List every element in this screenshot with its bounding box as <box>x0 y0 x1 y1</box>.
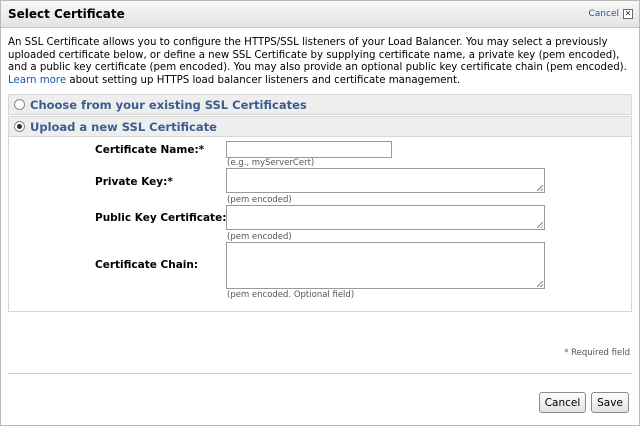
cert-name-label: Certificate Name:* <box>95 144 205 156</box>
save-button[interactable]: Save <box>591 392 629 413</box>
upload-form: Certificate Name:* (e.g., myServerCert) … <box>8 137 632 312</box>
option-upload-certificate[interactable]: Upload a new SSL Certificate <box>8 116 632 137</box>
learn-more-link[interactable]: Learn more <box>8 75 66 86</box>
close-icon[interactable]: ✕ <box>623 9 633 19</box>
upload-radio[interactable] <box>14 121 25 132</box>
dialog-title: Select Certificate <box>8 7 125 21</box>
chain-textarea[interactable] <box>226 242 545 289</box>
required-field-note: * Required field <box>564 348 630 358</box>
select-certificate-dialog: Select Certificate Cancel ✕ An SSL Certi… <box>0 0 640 426</box>
chain-hint: (pem encoded. Optional field) <box>227 290 355 300</box>
existing-radio[interactable] <box>14 99 25 110</box>
cert-name-input[interactable] <box>226 141 392 158</box>
cert-name-hint: (e.g., myServerCert) <box>227 158 315 168</box>
existing-option-label[interactable]: Choose from your existing SSL Certificat… <box>30 98 307 112</box>
private-key-hint: (pem encoded) <box>227 195 292 205</box>
intro-text: An SSL Certificate allows you to configu… <box>8 37 632 87</box>
public-cert-textarea[interactable] <box>226 205 545 230</box>
intro-text-start: An SSL Certificate allows you to configu… <box>8 37 627 73</box>
private-key-label: Private Key:* <box>95 176 173 188</box>
option-existing-certificates[interactable]: Choose from your existing SSL Certificat… <box>8 94 632 115</box>
chain-label: Certificate Chain: <box>95 259 199 271</box>
public-cert-hint: (pem encoded) <box>227 232 292 242</box>
private-key-textarea[interactable] <box>226 168 545 193</box>
cancel-button[interactable]: Cancel <box>539 392 586 413</box>
public-cert-label: Public Key Certificate:* <box>95 212 232 224</box>
intro-text-end: about setting up HTTPS load balancer lis… <box>66 74 461 86</box>
cancel-link[interactable]: Cancel <box>589 9 620 19</box>
footer-divider <box>8 373 632 374</box>
upload-option-label[interactable]: Upload a new SSL Certificate <box>30 120 217 134</box>
dialog-titlebar: Select Certificate Cancel ✕ <box>1 1 639 28</box>
